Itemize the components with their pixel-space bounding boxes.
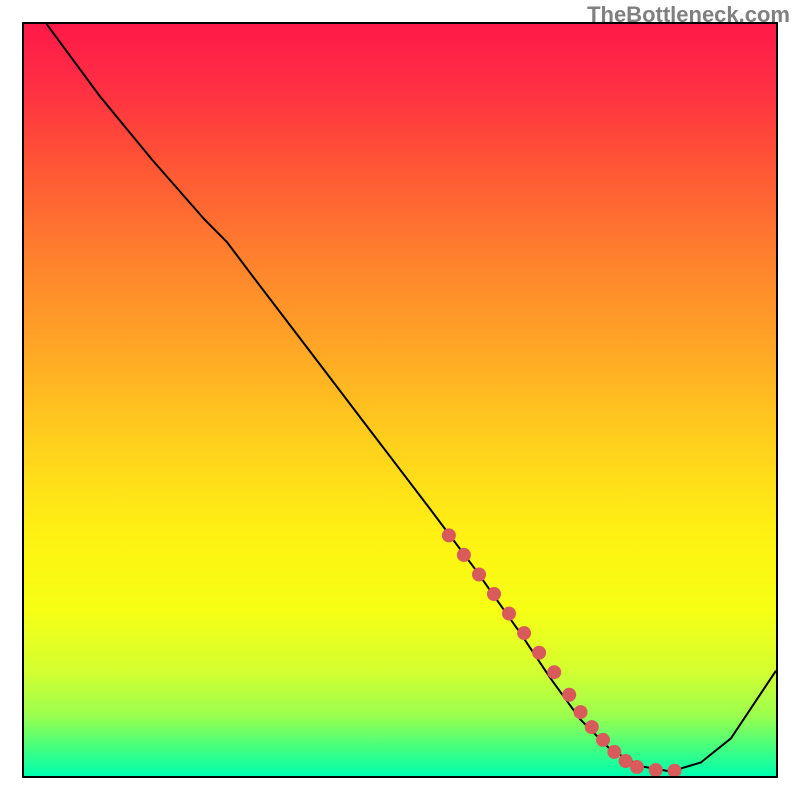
highlight-dot: [574, 705, 588, 719]
highlight-dot: [630, 760, 644, 774]
highlight-dot: [442, 528, 456, 542]
gradient-background: [24, 24, 776, 776]
chart-canvas: [24, 24, 776, 776]
highlight-dot: [596, 733, 610, 747]
highlight-dot: [562, 688, 576, 702]
highlight-dot: [547, 665, 561, 679]
highlight-dot: [487, 587, 501, 601]
highlight-dot: [472, 568, 486, 582]
highlight-dot: [502, 607, 516, 621]
highlight-dot: [532, 646, 546, 660]
highlight-dot: [457, 548, 471, 562]
highlight-dot: [607, 745, 621, 759]
highlight-dot: [517, 626, 531, 640]
highlight-dot: [585, 720, 599, 734]
